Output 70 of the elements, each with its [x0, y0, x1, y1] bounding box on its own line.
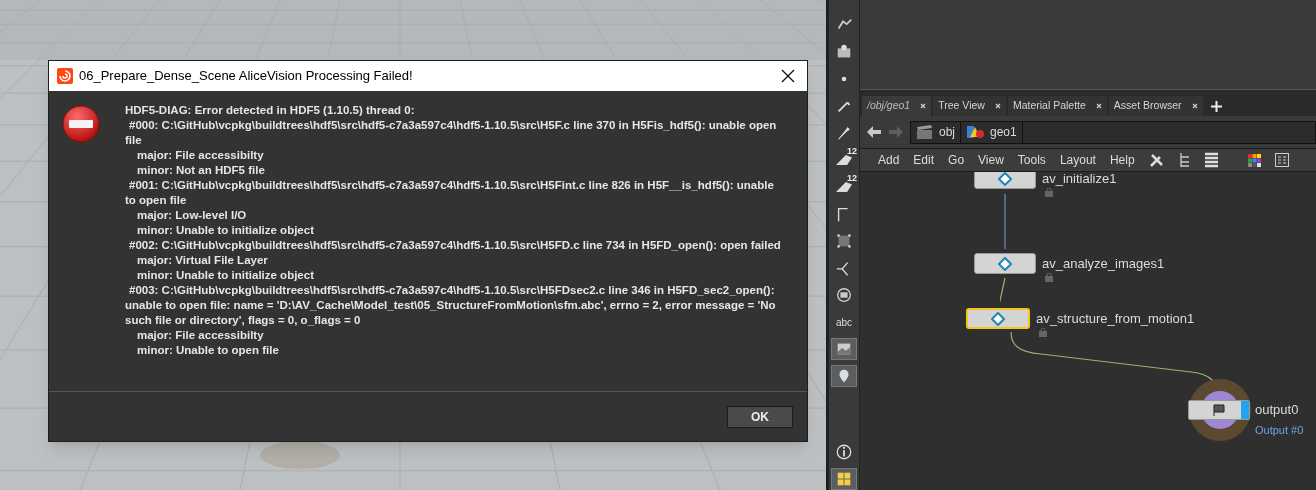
error-message-line: file [125, 133, 143, 148]
menu-item[interactable]: Add [878, 151, 900, 169]
clapperboard-icon [916, 124, 933, 140]
text-tool[interactable]: abc [831, 311, 857, 333]
error-message-line: minor: Not an HDF5 file [136, 163, 266, 178]
pen-icon [835, 124, 853, 142]
panel-tab[interactable]: Asset Browser [1108, 96, 1203, 116]
error-message-line: #003: C:\GitHub\vcpkg\buildtrees\hdf5\src\hdf5-c7a3a597c4\hdf5-1.10.5\src\H5FDsec2.c line 346 in H5FD_sec2_open(): [128, 283, 776, 298]
lock-icon [1039, 328, 1047, 337]
menu-item[interactable]: Edit [913, 151, 935, 169]
node-label: output0 [1255, 401, 1299, 419]
node-box[interactable] [974, 172, 1036, 189]
add-tab-icon[interactable] [1210, 101, 1222, 112]
diamond-icon [998, 256, 1012, 271]
error-message-line: major: Virtual File Layer [136, 253, 269, 268]
bucket-icon [836, 182, 852, 192]
list-icon[interactable] [1204, 152, 1218, 168]
info-icon [835, 443, 853, 461]
stop-icon [62, 105, 100, 143]
tool-button[interactable] [831, 468, 857, 490]
lock-icon [1045, 188, 1053, 197]
error-message-line: major: File accessibilty [136, 328, 265, 343]
error-message-line: major: Low-level I/O [136, 208, 248, 223]
grid-icon[interactable] [1274, 153, 1289, 167]
error-message-line: minor: Unable to initialize object [136, 223, 315, 238]
panel-tab[interactable]: Tree View [933, 96, 1006, 116]
menu-item[interactable]: Layout [1059, 151, 1096, 169]
node-label: av_initialize1 [1042, 172, 1117, 188]
tool-button[interactable] [831, 365, 857, 387]
path-crumb[interactable]: obj [911, 121, 961, 143]
panel-tab[interactable]: /obj/geo1 [862, 96, 932, 116]
ok-button[interactable]: OK [727, 405, 793, 428]
node-box[interactable] [966, 308, 1030, 329]
error-message-line: unable to open file: name = 'D:\AV_Cache\Model_test\05_StructureFromMotion\sfm.abc', errno = 2, error message = 'No [125, 298, 777, 313]
node-box[interactable] [974, 253, 1036, 274]
error-message-line: major: File accessibilty [136, 148, 265, 163]
error-message-line: such file or directory', flags = 0, o_flags = 0 [125, 313, 362, 328]
error-message-line: #000: C:\GitHub\vcpkg\buildtrees\hdf5\src\hdf5-c7a3a597c4\hdf5-1.10.5\src\H5F.c line 370 in H5Fis_hdf5(): unable open [128, 118, 778, 133]
lock-icon [1045, 273, 1053, 282]
node-wire [1004, 193, 1006, 250]
error-message-line: minor: Unable to open file [136, 343, 280, 358]
menu-item[interactable]: Help [1109, 151, 1135, 169]
app-logo-icon [57, 68, 73, 84]
back-arrow-icon[interactable] [866, 125, 882, 139]
window-title: 06_Prepare_Dense_Scene AliceVision Processing Failed! [79, 67, 414, 86]
bucket-icon [836, 155, 852, 165]
menu-item[interactable]: Go [948, 151, 965, 169]
panel-tab[interactable]: Material Palette [1007, 96, 1107, 116]
diamond-icon [991, 311, 1005, 326]
node-label: av_analyze_images1 [1042, 255, 1165, 273]
path-crumb[interactable]: geo1 [961, 121, 1023, 143]
error-message-line: HDF5-DIAG: Error detected in HDF5 (1.10.5) thread 0: [125, 103, 416, 118]
color-palette-icon[interactable] [1247, 153, 1261, 167]
error-message-line: #002: C:\GitHub\vcpkg\buildtrees\hdf5\src\hdf5-c7a3a597c4\hdf5-1.10.5\src\H5FD.c line 734 in H5FD_open(): open failed [128, 238, 781, 253]
circle-icon [835, 286, 853, 304]
menu-item[interactable]: Tools [1017, 151, 1046, 169]
square-points-icon [835, 232, 853, 250]
error-message-line: #001: C:\GitHub\vcpkg\buildtrees\hdf5\src\hdf5-c7a3a597c4\hdf5-1.10.5\src\H5Fint.c line 826 in H5F__is_hdf5(): unable [128, 178, 775, 193]
shapes-icon [966, 124, 984, 140]
menu-item[interactable]: View [978, 151, 1004, 169]
error-message-line: minor: Unable to initialize object [136, 268, 315, 283]
tool-button[interactable] [831, 338, 857, 360]
tree-icon[interactable] [1178, 152, 1191, 168]
node-comment: Output #0 [1255, 423, 1304, 438]
wrench-icon[interactable] [1148, 152, 1165, 168]
grid-icon [835, 470, 853, 488]
flag-icon [1212, 403, 1226, 417]
error-message-line: to open file [125, 193, 188, 208]
close-icon[interactable] [781, 69, 795, 83]
node-label: av_structure_from_motion1 [1036, 310, 1195, 328]
